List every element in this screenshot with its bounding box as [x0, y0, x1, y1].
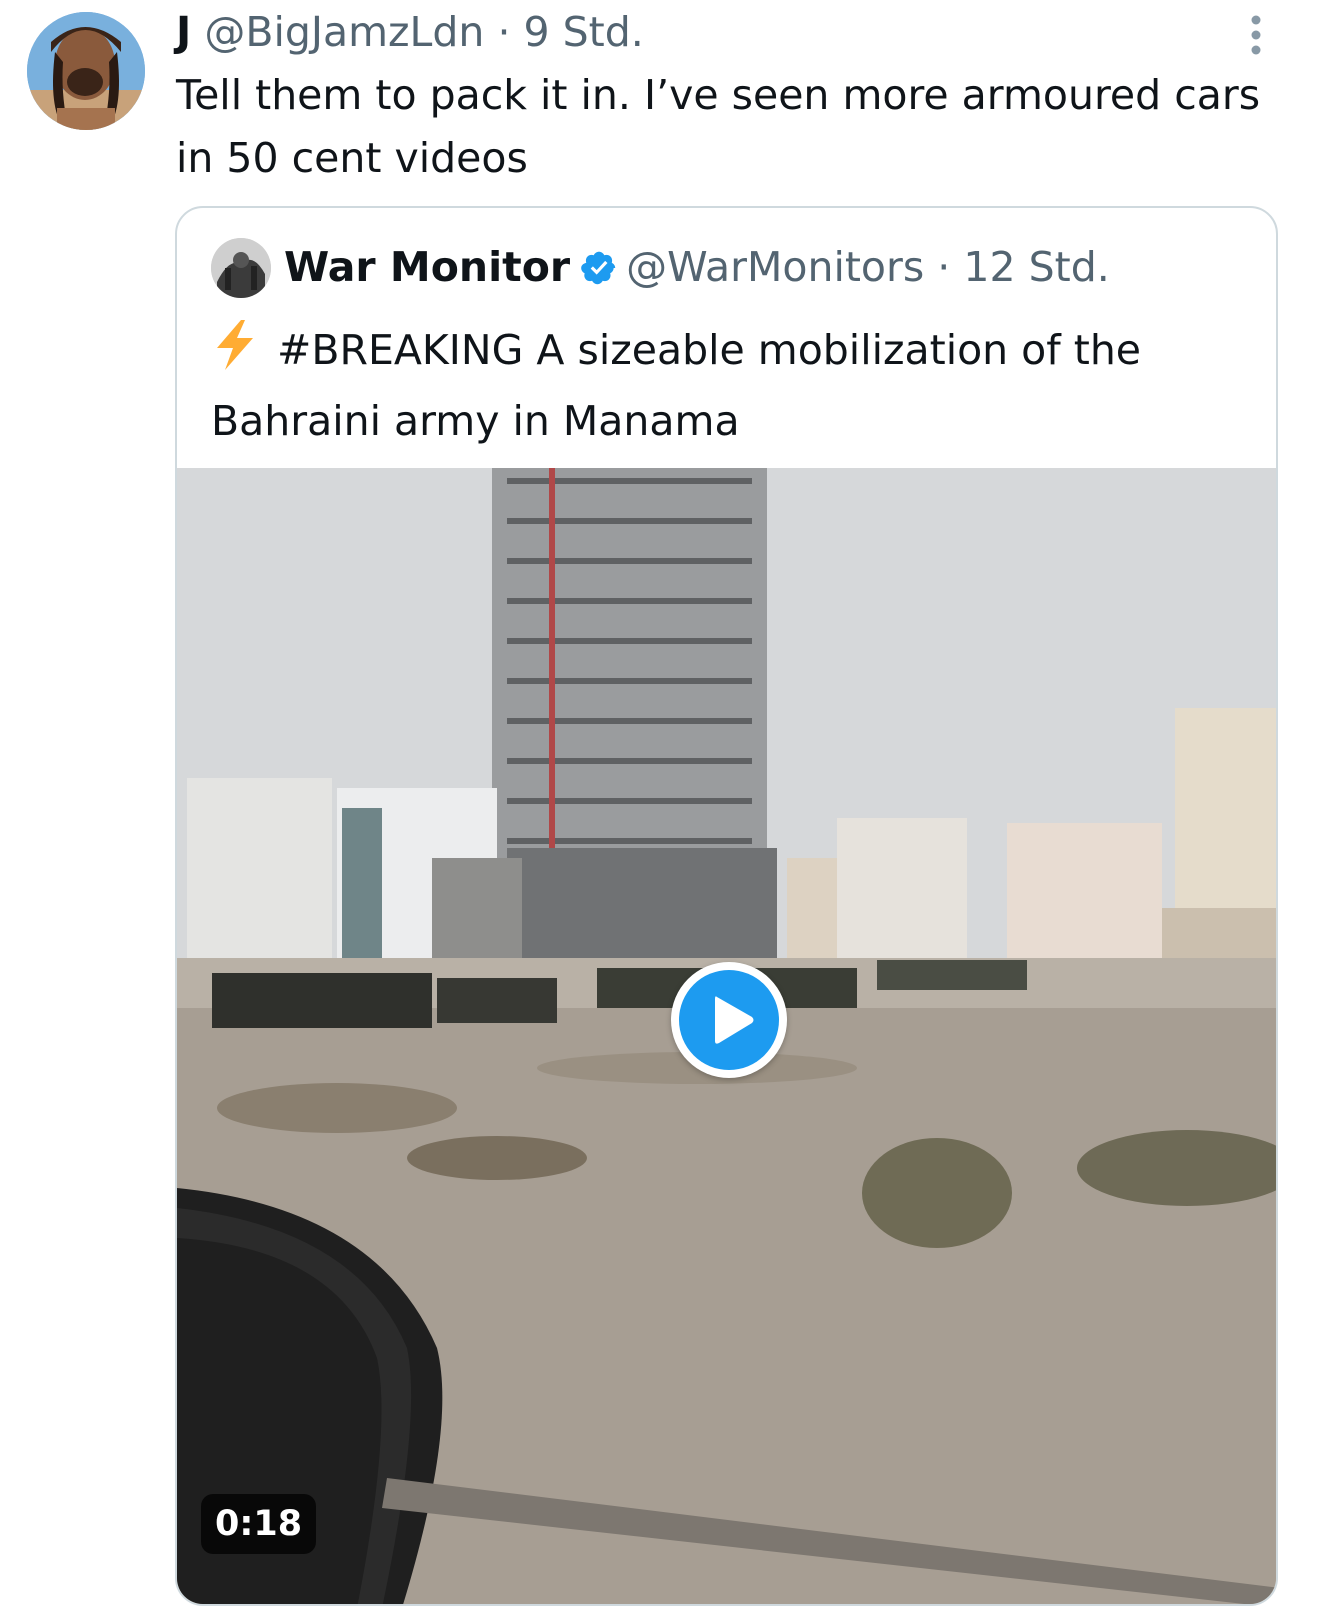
quoted-author-handle[interactable]: @WarMonitors — [626, 243, 924, 291]
quoted-avatar-photo — [211, 238, 271, 298]
quoted-tweet-text-block: #BREAKING A sizeable mobilization of the… — [211, 318, 1251, 453]
header-separator: · — [497, 8, 511, 56]
author-avatar[interactable] — [27, 12, 145, 130]
more-options-button[interactable] — [1236, 10, 1276, 60]
avatar-photo — [27, 12, 145, 130]
tweet-text: Tell them to pack it in. I’ve seen more … — [176, 71, 1261, 182]
video-duration-badge: 0:18 — [201, 1494, 317, 1554]
tweet-header: J @BigJamzLdn · 9 Std. — [176, 6, 644, 58]
quoted-tweet-header: War Monitor @WarMonitors · 12 Std. — [284, 241, 1110, 299]
quoted-author-name[interactable]: War Monitor — [284, 243, 570, 291]
play-button-circle — [679, 970, 779, 1070]
lightning-bolt-icon — [211, 318, 259, 390]
play-button[interactable] — [671, 962, 787, 1078]
quoted-tweet-timestamp[interactable]: 12 Std. — [963, 243, 1109, 291]
more-vertical-icon — [1251, 15, 1261, 55]
play-icon — [715, 996, 754, 1044]
author-handle[interactable]: @BigJamzLdn — [204, 8, 484, 56]
tweet-timestamp[interactable]: 9 Std. — [524, 8, 644, 56]
author-name[interactable]: J — [176, 8, 191, 56]
verified-badge-icon — [580, 247, 618, 299]
video-thumbnail[interactable]: 0:18 — [177, 468, 1276, 1604]
quoted-tweet-text: #BREAKING A sizeable mobilization of the… — [211, 326, 1142, 445]
quoted-tweet-card[interactable]: War Monitor @WarMonitors · 12 Std. #BREAK… — [175, 206, 1278, 1606]
quoted-header-separator: · — [937, 243, 951, 291]
quoted-author-avatar[interactable] — [211, 238, 271, 298]
